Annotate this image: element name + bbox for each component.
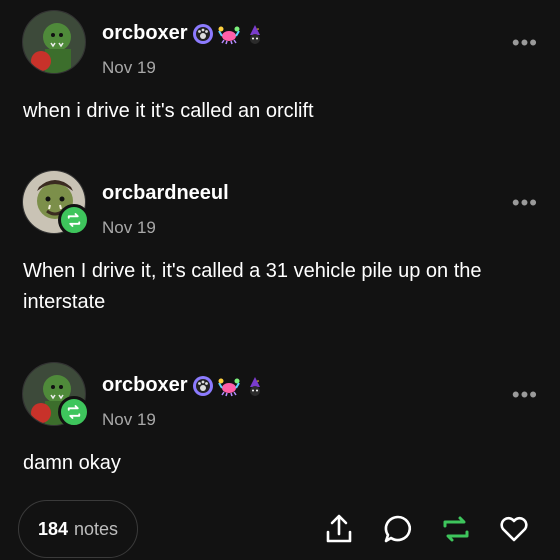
orc-boxer-icon (23, 11, 85, 73)
post-text: When I drive it, it's called a 31 vehicl… (23, 260, 482, 313)
name-row: orcbardneeul (102, 182, 229, 205)
post-date: Nov 19 (102, 410, 156, 429)
post-date: Nov 19 (102, 58, 156, 77)
like-icon[interactable] (497, 512, 531, 546)
reblog-badge-icon (58, 204, 90, 236)
post-text: when i drive it it's called an orclift (23, 100, 314, 122)
share-icon[interactable] (322, 512, 356, 546)
reply-icon[interactable] (381, 512, 415, 546)
paw-icon[interactable] (192, 375, 214, 397)
post-header: orcboxer Nov 19 ••• (0, 362, 560, 432)
notes-button[interactable]: 184 notes (18, 500, 138, 558)
paw-icon[interactable] (192, 23, 214, 45)
more-options-icon[interactable]: ••• (512, 32, 538, 54)
more-options-icon[interactable]: ••• (512, 384, 538, 406)
post-text: damn okay (23, 452, 121, 474)
avatar[interactable] (22, 10, 88, 76)
post-header: orcboxer Nov 19 ••• (0, 10, 560, 80)
wizard-icon[interactable] (244, 375, 266, 397)
name-row: orcboxer (102, 374, 266, 397)
post-header: orcbardneeul Nov 19 ••• (0, 170, 560, 240)
wizard-icon[interactable] (244, 23, 266, 45)
post-footer: 184 notes (0, 500, 560, 560)
post-orcboxer-2: orcboxer Nov 19 ••• damn okay (0, 362, 560, 474)
username[interactable]: orcbardneeul (102, 182, 229, 205)
notes-label: notes (74, 518, 119, 539)
crab-icon[interactable] (217, 375, 240, 397)
post-date: Nov 19 (102, 218, 156, 237)
avatar[interactable] (22, 362, 90, 428)
avatar-orcboxer[interactable] (22, 10, 86, 74)
reblog-badge-icon (58, 396, 90, 428)
more-options-icon[interactable]: ••• (512, 192, 538, 214)
post-orcbardneeul: orcbardneeul Nov 19 ••• When I drive it,… (0, 170, 560, 313)
name-row: orcboxer (102, 22, 266, 45)
crab-icon[interactable] (217, 23, 240, 45)
username[interactable]: orcboxer (102, 22, 188, 45)
reblog-icon[interactable] (439, 512, 473, 546)
notes-count: 184 (37, 518, 68, 539)
username[interactable]: orcboxer (102, 374, 188, 397)
post-orcboxer-1: orcboxer Nov 19 ••• when i drive it it's… (0, 10, 560, 122)
avatar[interactable] (22, 170, 90, 236)
